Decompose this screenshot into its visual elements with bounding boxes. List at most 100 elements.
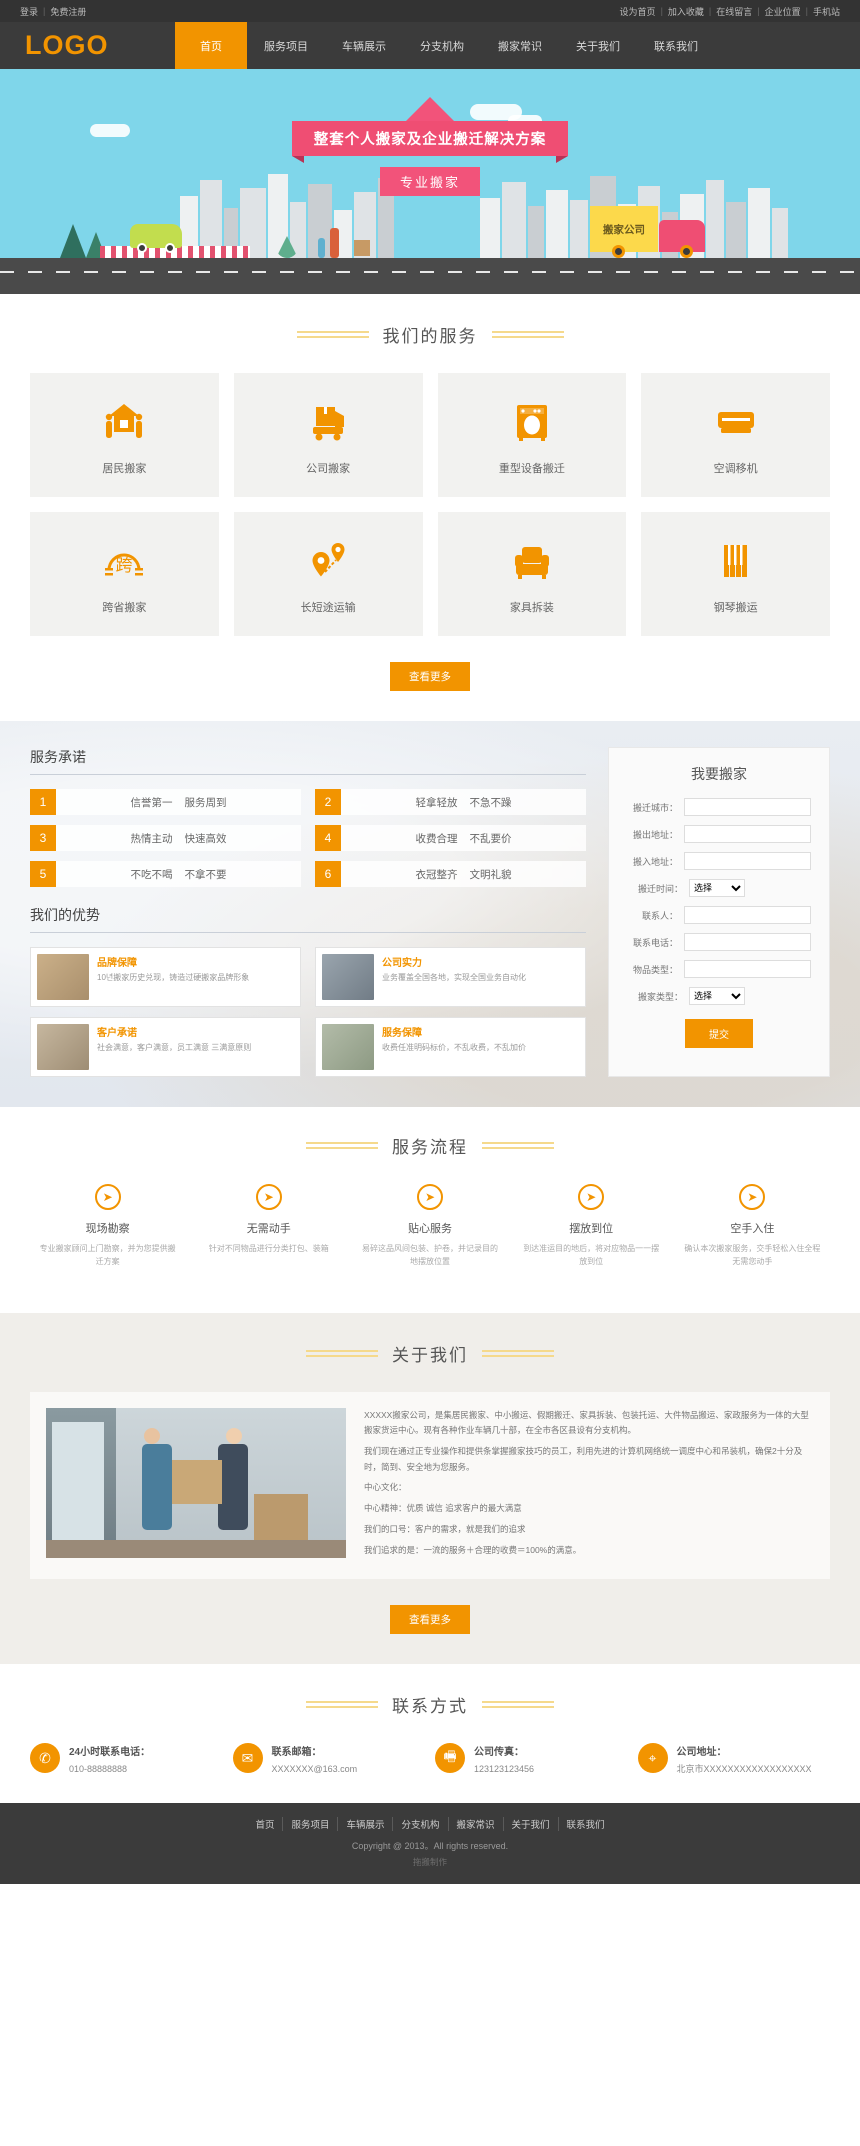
banner-ribbon-group: 整套个人搬家及企业搬迁解决方案 专业搬家 [0, 97, 860, 196]
promise-text-a: 热情主动 [130, 832, 173, 845]
nav-item-knowledge[interactable]: 搬家常识 [481, 22, 559, 69]
hero-banner[interactable]: 整套个人搬家及企业搬迁解决方案 专业搬家 搬家公司 [0, 69, 860, 294]
service-card-furniture[interactable]: 家具拆装 [437, 512, 627, 636]
contact-heading: 公司传真： [474, 1747, 524, 1759]
truck-body-label: 搬家公司 [590, 206, 658, 252]
step-heading: 无需动手 [246, 1223, 291, 1235]
advantage-text-block: 客户承诺 社会满意，客户满意，员工满意 三满意原则 [97, 1024, 251, 1070]
banner-headline: 整套个人搬家及企业搬迁解决方案 [291, 121, 569, 163]
city-input[interactable] [684, 798, 811, 816]
footer-navigation: 首页 服务项目 车辆展示 分支机构 搬家常识 关于我们 联系我们 [0, 1816, 860, 1831]
service-card-transport[interactable]: 长短途运输 [233, 512, 423, 636]
contact-section: 联系方式 ✆ 24小时联系电话： 010-88888888 ✉ 联系邮箱： XX… [0, 1664, 860, 1803]
advantage-heading: 品牌保障 [97, 958, 137, 969]
promise-text: 热情主动 快速高效 [56, 825, 301, 851]
item-type-input[interactable] [684, 960, 811, 978]
contact-text-block: 联系邮箱： XXXXXXX@163.com [272, 1743, 358, 1777]
about-paragraph: 中心文化： [364, 1482, 407, 1493]
nav-item-vehicles[interactable]: 车辆展示 [325, 22, 403, 69]
move-time-select[interactable]: 选择 [689, 879, 745, 897]
about-paragraph: 我们现在通过正专业操作和提供条掌握搬家技巧的员工，利用先进的计算机网络统一调度中… [364, 1446, 803, 1472]
nav-item-about[interactable]: 关于我们 [559, 22, 637, 69]
minivan-illustration [130, 224, 182, 253]
service-card-piano[interactable]: 钢琴搬运 [641, 512, 830, 636]
form-row-move-type: 搬家类型： 选择 [627, 987, 811, 1005]
service-card-residential[interactable]: 居民搬家 [30, 373, 219, 497]
promise-column: 服务承诺 1 信誉第一 服务周到 2 轻拿轻放 不急不躁 3 热情主动 快速高效… [30, 747, 586, 1077]
process-steps: ➤ 现场勘察 专业搬家顾问上门勘察，并为您提供搬迁方案 ➤ 无需动手 针对不同物… [30, 1184, 830, 1269]
promise-item: 2 轻拿轻放 不急不躁 [315, 789, 586, 815]
advantages-title: 我们的优势 [30, 905, 586, 933]
footer-nav-vehicles[interactable]: 车辆展示 [338, 1816, 394, 1831]
advantage-card[interactable]: 品牌保障 10년搬家历史兑现，铸造过硬搬家品牌形象 [30, 947, 301, 1007]
promise-number: 1 [30, 789, 56, 815]
from-address-input[interactable] [684, 825, 811, 843]
site-logo[interactable]: LOGO [0, 22, 175, 69]
site-header: LOGO 首页 服务项目 车辆展示 分支机构 搬家常识 关于我们 联系我们 [0, 22, 860, 69]
cross-province-icon: 跨 [101, 533, 147, 589]
form-label: 搬迁城市： [632, 802, 678, 813]
map-pins-route-icon [305, 533, 351, 589]
footer-nav-about[interactable]: 关于我们 [504, 1816, 559, 1831]
title-rule-left [306, 1349, 378, 1357]
mobile-site-link[interactable]: 手机站 [813, 5, 840, 18]
form-label: 搬出地址： [632, 829, 678, 840]
login-link[interactable]: 登录 [20, 5, 38, 18]
nav-item-home[interactable]: 首页 [175, 22, 247, 69]
service-card-ac-relocation[interactable]: 空调移机 [641, 373, 830, 497]
moving-truck-illustration: 搬家公司 [590, 206, 705, 258]
about-paragraph: XXXXX搬家公司，是集居民搬家、中小搬运、假期搬迁、家具拆装、包装托运、大件物… [364, 1409, 809, 1436]
add-favorite-link[interactable]: 加入收藏 [668, 5, 704, 18]
register-link[interactable]: 免费注册 [50, 5, 86, 18]
road-strip [0, 258, 860, 294]
advantage-card[interactable]: 客户承诺 社会满意，客户满意，员工满意 三满意原则 [30, 1017, 301, 1077]
nav-item-branches[interactable]: 分支机构 [403, 22, 481, 69]
about-text: XXXXX搬家公司，是集居民搬家、中小搬运、假期搬迁、家具拆装、包装托运、大件物… [364, 1408, 814, 1564]
nav-item-services[interactable]: 服务项目 [247, 22, 325, 69]
divider: | [660, 6, 663, 16]
advantage-heading: 客户承诺 [97, 1028, 137, 1039]
service-card-company[interactable]: 公司搬家 [233, 373, 423, 497]
ribbon-arrow-icon [404, 97, 456, 123]
advantage-card[interactable]: 公司实力 业务覆盖全国各地，实现全国业务自动化 [315, 947, 586, 1007]
services-more-button[interactable]: 查看更多 [390, 662, 470, 691]
form-row-phone: 联系电话： [627, 933, 811, 951]
promise-number: 4 [315, 825, 341, 851]
advantage-heading: 公司实力 [382, 958, 422, 969]
moving-request-form: 我要搬家 搬迁城市： 搬出地址： 搬入地址： 搬迁时间： 选择 联系人： 联系电… [608, 747, 830, 1077]
phone-input[interactable] [684, 933, 811, 951]
advantage-card[interactable]: 服务保障 收费任准明码标价，不乱收费，不乱加价 [315, 1017, 586, 1077]
set-homepage-link[interactable]: 设为首页 [620, 5, 656, 18]
footer-nav-knowledge[interactable]: 搬家常识 [449, 1816, 504, 1831]
footer-nav-contact[interactable]: 联系我们 [559, 1817, 613, 1831]
contact-heading: 公司地址： [676, 1747, 727, 1759]
promise-title: 服务承诺 [30, 747, 586, 775]
step-desc: 确认本次搬家服务，交手轻松入住全程无需您动手 [684, 1244, 821, 1266]
move-type-select[interactable]: 选择 [689, 987, 745, 1005]
about-more-button[interactable]: 查看更多 [390, 1605, 470, 1635]
services-title-block: 我们的服务 [30, 322, 830, 347]
footer-nav-branches[interactable]: 分支机构 [393, 1816, 449, 1831]
service-card-cross-province[interactable]: 跨 跨省搬家 [30, 512, 219, 636]
promise-text-b: 文明礼貌 [469, 868, 512, 881]
service-card-heavy-equipment[interactable]: 重型设备搬迁 [437, 373, 627, 497]
nav-item-contact[interactable]: 联系我们 [637, 22, 715, 69]
box-cart-icon [305, 394, 351, 450]
promise-item: 3 热情主动 快速高效 [30, 825, 301, 851]
footer-nav-home[interactable]: 首页 [247, 1816, 284, 1831]
to-address-input[interactable] [684, 852, 811, 870]
submit-button[interactable]: 提交 [685, 1019, 753, 1048]
form-label: 物品类型： [632, 964, 678, 975]
advantage-heading: 服务保障 [382, 1028, 422, 1039]
footer-nav-services[interactable]: 服务项目 [283, 1816, 339, 1831]
advantage-desc: 收费任准明码标价，不乱收费，不乱加价 [382, 1043, 526, 1052]
online-message-link[interactable]: 在线留言 [716, 5, 752, 18]
service-label: 重型设备搬迁 [498, 463, 565, 475]
form-row-from-address: 搬出地址： [627, 825, 811, 843]
contact-text-block: 24小时联系电话： 010-88888888 [69, 1743, 150, 1777]
company-location-link[interactable]: 企业位置 [765, 5, 801, 18]
about-title-block: 关于我们 [30, 1341, 830, 1366]
contact-name-input[interactable] [684, 906, 811, 924]
step-heading: 空手入住 [730, 1223, 775, 1235]
title-rule-left [306, 1701, 378, 1709]
